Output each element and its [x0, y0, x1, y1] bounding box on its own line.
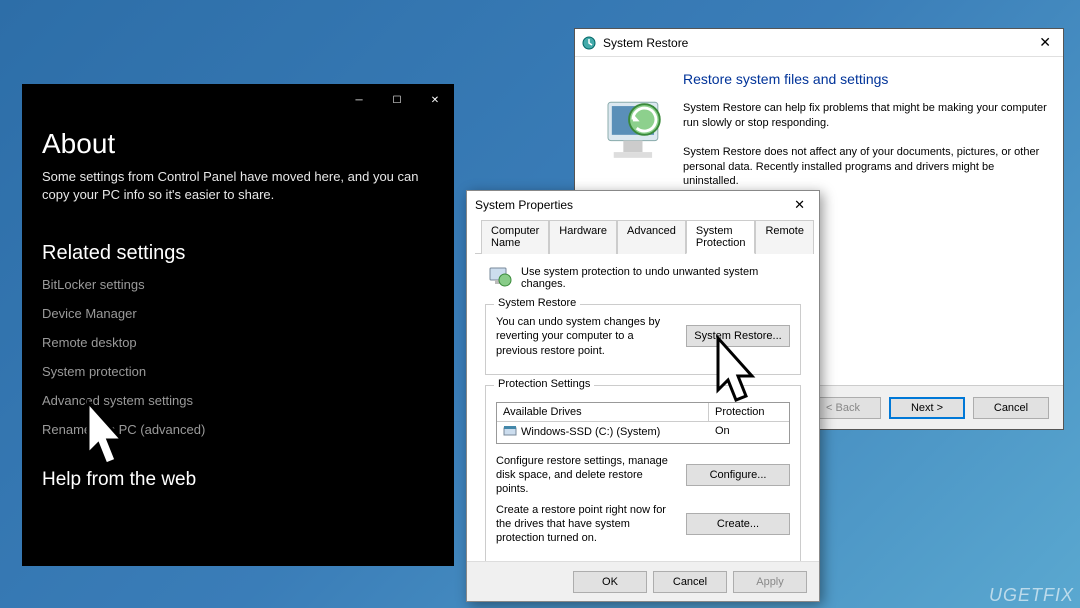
restore-text: Restore system files and settings System… [683, 71, 1047, 203]
ok-button[interactable]: OK [573, 571, 647, 593]
restore-window-title: System Restore [603, 36, 1033, 50]
next-button[interactable]: Next > [889, 397, 965, 419]
drives-table-header: Available Drives Protection [497, 403, 789, 422]
create-text: Create a restore point right now for the… [496, 503, 678, 546]
link-bitlocker-settings[interactable]: BitLocker settings [42, 277, 434, 292]
help-from-web-title: Help from the web [42, 469, 434, 491]
restore-heading: Restore system files and settings [683, 71, 1047, 87]
col-available-drives: Available Drives [497, 403, 709, 421]
sysprops-intro-text: Use system protection to undo unwanted s… [521, 266, 801, 290]
sysprops-intro: Use system protection to undo unwanted s… [485, 264, 801, 292]
create-button[interactable]: Create... [686, 513, 790, 535]
protection-settings-group-title: Protection Settings [494, 378, 594, 390]
about-window: ─ ☐ ✕ About Some settings from Control P… [22, 84, 454, 566]
system-restore-button[interactable]: System Restore... [686, 325, 790, 347]
configure-text: Configure restore settings, manage disk … [496, 454, 678, 497]
cancel-button[interactable]: Cancel [653, 571, 727, 593]
shield-icon [485, 264, 513, 292]
minimize-button[interactable]: ─ [340, 84, 378, 116]
drive-icon [503, 425, 517, 440]
sysprops-window-title: System Properties [475, 198, 788, 212]
drives-table: Available Drives Protection Windows-SSD … [496, 402, 790, 444]
link-rename-pc-advanced[interactable]: Rename this PC (advanced) [42, 422, 434, 437]
restore-paragraph-2: System Restore does not affect any of yo… [683, 145, 1047, 190]
system-restore-group: System Restore You can undo system chang… [485, 304, 801, 375]
sysprops-footer: OK Cancel Apply [467, 561, 819, 601]
system-restore-text: You can undo system changes by reverting… [496, 315, 678, 358]
col-protection: Protection [709, 403, 789, 421]
protection-settings-group: Protection Settings Available Drives Pro… [485, 385, 801, 563]
system-properties-window: System Properties ✕ Computer Name Hardwa… [466, 190, 820, 602]
apply-button: Apply [733, 571, 807, 593]
restore-titlebar: System Restore ✕ [575, 29, 1063, 57]
about-body: About Some settings from Control Panel h… [22, 116, 454, 499]
about-titlebar: ─ ☐ ✕ [22, 84, 454, 116]
sysprops-tabs: Computer Name Hardware Advanced System P… [475, 219, 811, 254]
configure-button[interactable]: Configure... [686, 464, 790, 486]
link-system-protection[interactable]: System protection [42, 364, 434, 379]
drive-protection-status: On [709, 422, 789, 443]
maximize-button[interactable]: ☐ [378, 84, 416, 116]
link-device-manager[interactable]: Device Manager [42, 306, 434, 321]
related-settings-section: Related settings BitLocker settings Devi… [42, 242, 434, 437]
restore-close-button[interactable]: ✕ [1033, 32, 1057, 53]
related-settings-title: Related settings [42, 242, 434, 265]
table-row[interactable]: Windows-SSD (C:) (System) On [497, 422, 789, 443]
system-restore-icon [581, 35, 597, 51]
restore-body: Restore system files and settings System… [575, 57, 1063, 209]
watermark: UGETFIX [989, 585, 1074, 606]
system-restore-group-title: System Restore [494, 297, 580, 309]
tab-hardware[interactable]: Hardware [549, 220, 617, 254]
about-description: Some settings from Control Panel have mo… [42, 168, 434, 204]
tab-system-protection[interactable]: System Protection [686, 220, 756, 254]
close-button[interactable]: ✕ [416, 84, 454, 116]
tab-advanced[interactable]: Advanced [617, 220, 686, 254]
restore-paragraph-1: System Restore can help fix problems tha… [683, 101, 1047, 131]
link-remote-desktop[interactable]: Remote desktop [42, 335, 434, 350]
sysprops-titlebar: System Properties ✕ [467, 191, 819, 219]
about-title: About [42, 128, 434, 160]
tab-remote[interactable]: Remote [755, 220, 814, 254]
restore-hero-icon [585, 71, 677, 191]
cancel-button[interactable]: Cancel [973, 397, 1049, 419]
link-advanced-system-settings[interactable]: Advanced system settings [42, 393, 434, 408]
sysprops-content: Use system protection to undo unwanted s… [467, 254, 819, 583]
drive-name: Windows-SSD (C:) (System) [521, 426, 660, 438]
sysprops-close-button[interactable]: ✕ [788, 195, 811, 215]
tab-computer-name[interactable]: Computer Name [481, 220, 549, 254]
